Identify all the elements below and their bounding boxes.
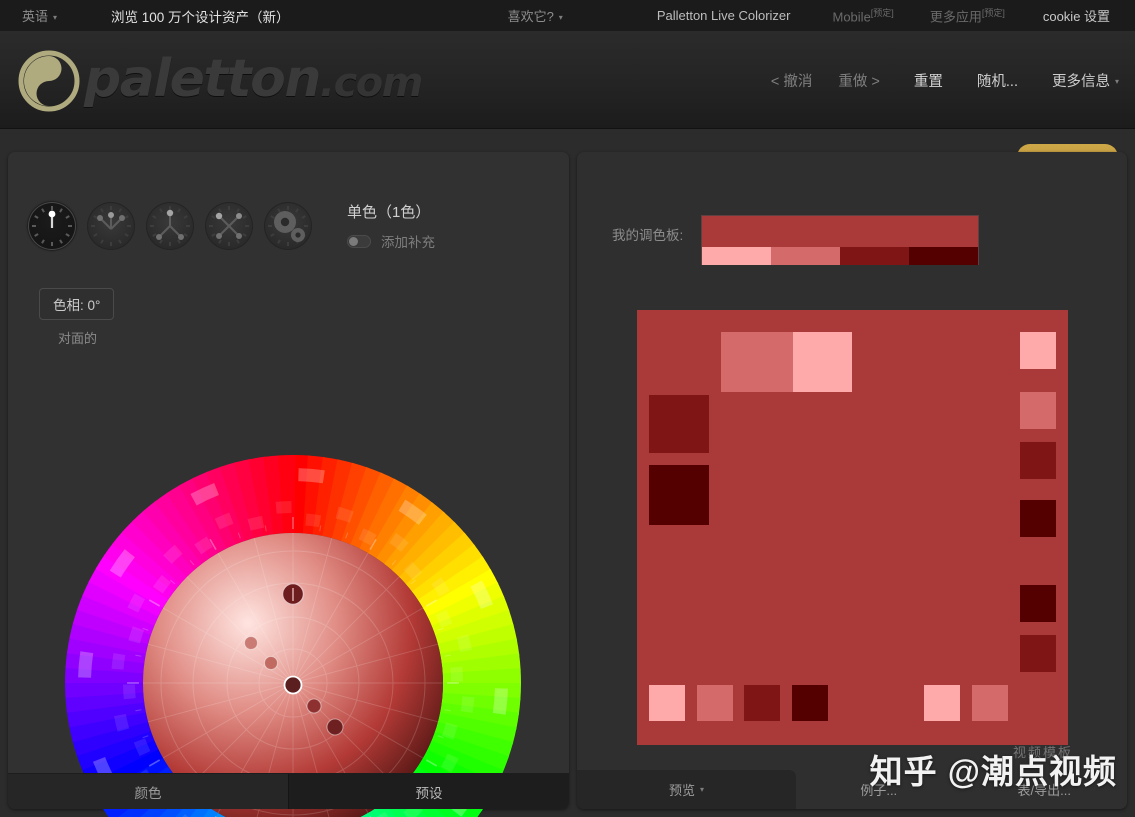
tab-preview[interactable]: 预览 ▾ xyxy=(577,770,796,809)
undo-button[interactable]: < 撤消 xyxy=(771,70,813,91)
more-info-label: 更多信息 xyxy=(1051,73,1110,90)
more-info-menu[interactable]: 更多信息 ▾ xyxy=(1052,70,1119,91)
preview-block[interactable] xyxy=(792,685,828,721)
browse-assets-link[interactable]: 浏览 100 万个设计资产（新） xyxy=(111,6,290,26)
preview-block[interactable] xyxy=(721,332,793,392)
site-header: paletton.com < 撤消 重做 > 重置 随机... 更多信息 ▾ xyxy=(0,31,1135,129)
triad-icon xyxy=(150,206,190,246)
tab-tables-export[interactable]: 表/导出... xyxy=(962,770,1128,809)
palette-swatch-1[interactable] xyxy=(771,247,840,265)
chevron-down-icon: ▾ xyxy=(558,13,563,23)
scheme-button-triad[interactable] xyxy=(146,202,194,250)
color-wheel-svg xyxy=(65,455,521,817)
logo-name: paletton xyxy=(84,49,321,109)
logo[interactable]: paletton.com xyxy=(18,48,424,114)
scheme-type-selector: 单色（1色） 添加补充 xyxy=(28,201,435,251)
more-apps-badge: [预定] xyxy=(981,7,1005,18)
more-apps-label: 更多应用 xyxy=(929,9,982,25)
logo-domain: .com xyxy=(319,60,424,106)
like-it-menu[interactable]: 喜欢它? ▾ xyxy=(508,6,563,25)
tab-examples[interactable]: 例子... xyxy=(796,770,962,809)
like-it-label: 喜欢它? xyxy=(507,9,554,24)
logo-wordmark: paletton.com xyxy=(84,48,424,114)
preview-block[interactable] xyxy=(744,685,780,721)
my-palette-label: 我的调色板: xyxy=(612,228,684,243)
add-complement-toggle[interactable]: 添加补充 xyxy=(347,231,435,251)
preview-block[interactable] xyxy=(1020,635,1056,672)
preview-block[interactable] xyxy=(1020,500,1056,537)
tab-preview-label: 预览 xyxy=(668,783,695,798)
chevron-down-icon: ▾ xyxy=(53,13,58,23)
scheme-button-adjacent[interactable] xyxy=(87,202,135,250)
preview-block[interactable] xyxy=(924,685,960,721)
chevron-down-icon: ▾ xyxy=(700,785,705,794)
preview-block[interactable] xyxy=(1020,585,1056,622)
redo-button[interactable]: 重做 > xyxy=(838,70,880,91)
preview-block[interactable] xyxy=(793,332,852,392)
hue-handle[interactable] xyxy=(281,582,305,606)
tab-colors[interactable]: 颜色 xyxy=(8,774,288,809)
palette-sub-swatches[interactable] xyxy=(702,247,978,265)
preview-block[interactable] xyxy=(1020,442,1056,479)
scheme-title: 单色（1色） xyxy=(347,204,431,221)
left-panel-tabs: 颜色 预设 xyxy=(8,773,569,809)
preview-block[interactable] xyxy=(697,685,733,721)
preview-block[interactable] xyxy=(649,395,709,453)
more-apps-link[interactable]: 更多应用[预定] xyxy=(930,6,1005,25)
monochromatic-icon xyxy=(32,206,72,246)
cookie-settings-link[interactable]: cookie 设置 xyxy=(1043,6,1110,25)
preview-panel: 我的调色板: 预览 ▾ 例子... 表/导出... xyxy=(577,152,1127,809)
chevron-down-icon: ▾ xyxy=(1114,77,1119,87)
random-button[interactable]: 随机... xyxy=(977,70,1018,91)
hue-opposite-label[interactable]: 对面的 xyxy=(58,328,97,347)
palette-swatch-0[interactable] xyxy=(702,247,771,265)
paletton-app: 英语 ▾ 浏览 100 万个设计资产（新） 喜欢它? ▾ Palletton Liv… xyxy=(0,0,1135,817)
add-complement-label: 添加补充 xyxy=(381,235,435,250)
preview-block[interactable] xyxy=(649,685,685,721)
top-utility-bar: 英语 ▾ 浏览 100 万个设计资产（新） 喜欢它? ▾ Palletton Liv… xyxy=(0,0,1135,31)
mobile-badge: [预定] xyxy=(870,8,894,19)
color-controls-panel: 单色（1色） 添加补充 色相: 0° 对面的 颜色 预设 xyxy=(8,152,569,817)
mobile-link[interactable]: Mobile[预定] xyxy=(833,6,894,24)
hue-value-box[interactable]: 色相: 0° xyxy=(39,288,115,320)
paletton-logo-icon xyxy=(18,50,80,112)
adjacent-icon xyxy=(91,206,131,246)
reset-button[interactable]: 重置 xyxy=(914,70,943,91)
preview-block[interactable] xyxy=(972,685,1008,721)
scheme-button-free-style[interactable] xyxy=(264,202,312,250)
scheme-button-tetrad[interactable] xyxy=(205,202,253,250)
tab-presets[interactable]: 预设 xyxy=(288,774,569,809)
preview-block[interactable] xyxy=(649,465,709,525)
my-palette-swatchbar[interactable] xyxy=(701,215,979,265)
header-nav: < 撤消 重做 > 重置 随机... 更多信息 ▾ xyxy=(771,31,1119,129)
live-colorizer-link[interactable]: Palletton Live Colorizer xyxy=(657,8,791,23)
palette-main-swatch[interactable] xyxy=(702,216,978,247)
toggle-switch-icon xyxy=(347,234,371,248)
palette-swatch-3[interactable] xyxy=(909,247,978,265)
preview-canvas[interactable] xyxy=(637,310,1068,745)
tetrad-icon xyxy=(209,206,249,246)
color-wheel[interactable] xyxy=(65,455,521,817)
right-panel-tabs: 预览 ▾ 例子... 表/导出... xyxy=(577,770,1127,809)
scheme-meta: 单色（1色） 添加补充 xyxy=(347,201,435,251)
palette-swatch-2[interactable] xyxy=(840,247,909,265)
preview-block[interactable] xyxy=(1020,392,1056,429)
preview-block[interactable] xyxy=(1020,332,1056,369)
language-selector[interactable]: 英语 ▾ xyxy=(22,6,57,25)
free-style-gear-icon xyxy=(268,206,308,246)
scheme-button-monochromatic[interactable] xyxy=(28,202,76,250)
mobile-label: Mobile xyxy=(832,9,871,25)
language-label: 英语 xyxy=(22,9,49,24)
